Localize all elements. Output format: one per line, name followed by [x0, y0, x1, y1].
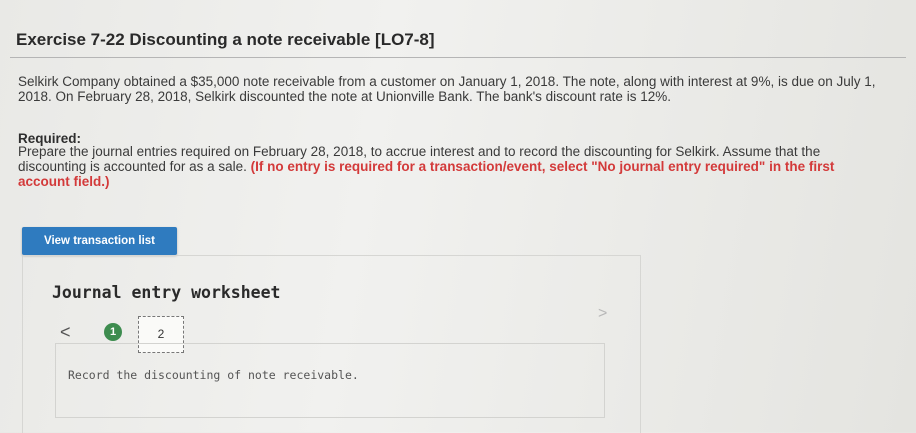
- worksheet-instruction: Record the discounting of note receivabl…: [68, 368, 359, 382]
- required-instructions: Prepare the journal entries required on …: [18, 144, 888, 189]
- exercise-title: Exercise 7-22 Discounting a note receiva…: [16, 30, 435, 49]
- view-transaction-list-button[interactable]: View transaction list: [22, 227, 177, 255]
- step-1-completed[interactable]: 1: [104, 323, 122, 341]
- title-divider: [10, 57, 906, 58]
- chevron-right-icon[interactable]: >: [598, 305, 607, 323]
- chevron-left-icon[interactable]: <: [60, 322, 71, 343]
- exercise-description: Selkirk Company obtained a $35,000 note …: [18, 74, 876, 104]
- worksheet-title: Journal entry worksheet: [52, 283, 281, 302]
